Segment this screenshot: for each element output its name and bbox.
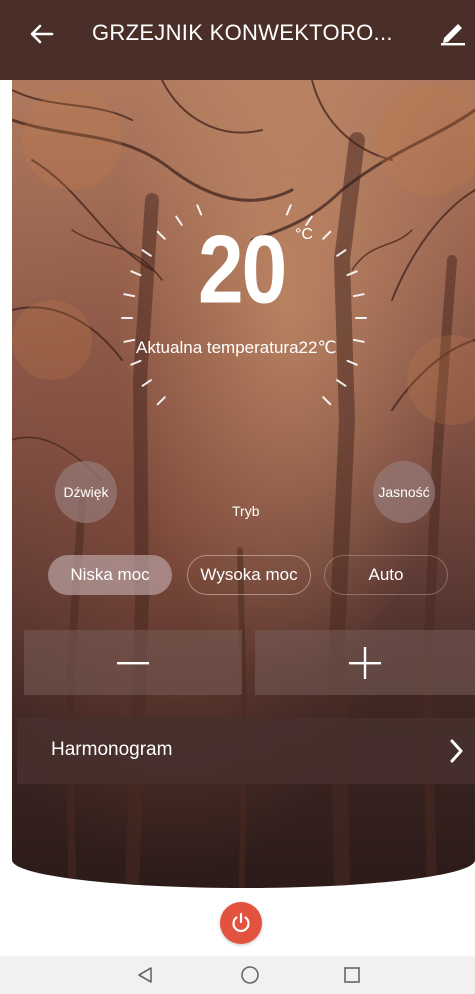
nav-recents-icon[interactable] <box>342 965 362 985</box>
system-nav-bar <box>0 956 475 994</box>
plus-icon <box>349 646 381 679</box>
mode-label: Tryb <box>232 503 260 519</box>
increase-temperature-button[interactable] <box>255 630 475 695</box>
dial-tick <box>352 338 365 343</box>
current-temperature: Aktualna temperatura22℃ <box>136 338 337 357</box>
dial-tick <box>141 379 152 387</box>
decrease-temperature-button[interactable] <box>24 630 242 695</box>
dial-tick <box>175 215 183 226</box>
mode-auto-button[interactable]: Auto <box>324 555 448 595</box>
nav-home-icon[interactable] <box>240 965 260 985</box>
power-button[interactable] <box>220 902 262 944</box>
dial-tick <box>285 204 292 216</box>
schedule-row[interactable]: Harmonogram <box>17 718 475 784</box>
set-temperature: 20 <box>198 216 287 324</box>
temperature-unit: °C <box>295 226 313 243</box>
dial-tick <box>322 230 332 240</box>
dial-tick <box>352 293 365 298</box>
mode-high-power-button[interactable]: Wysoka moc <box>187 555 311 595</box>
dial-tick <box>336 379 347 387</box>
app-root: GRZEJNIK KONWEKTORO... 20 °C Aktualna te… <box>0 0 475 994</box>
dial-tick <box>156 396 166 406</box>
dial-tick <box>346 270 358 277</box>
schedule-label: Harmonogram <box>51 739 173 760</box>
dial-tick <box>346 359 358 366</box>
sound-button[interactable]: Dźwięk <box>55 461 117 523</box>
dial-tick <box>130 359 142 366</box>
dial-tick <box>123 338 136 343</box>
dial-tick <box>336 249 347 257</box>
dial-tick <box>156 230 166 240</box>
nav-back-icon[interactable] <box>135 965 155 985</box>
dial-tick <box>305 215 313 226</box>
chevron-right-icon <box>450 739 463 763</box>
minus-icon <box>117 661 149 664</box>
power-icon <box>232 912 250 933</box>
dial-tick <box>123 293 136 298</box>
dial-tick <box>130 270 142 277</box>
dial-tick <box>322 396 332 406</box>
mode-low-power-button[interactable]: Niska moc <box>48 555 172 595</box>
brightness-button[interactable]: Jasność <box>373 461 435 523</box>
dial-tick <box>196 204 203 216</box>
dial-tick <box>141 249 152 257</box>
